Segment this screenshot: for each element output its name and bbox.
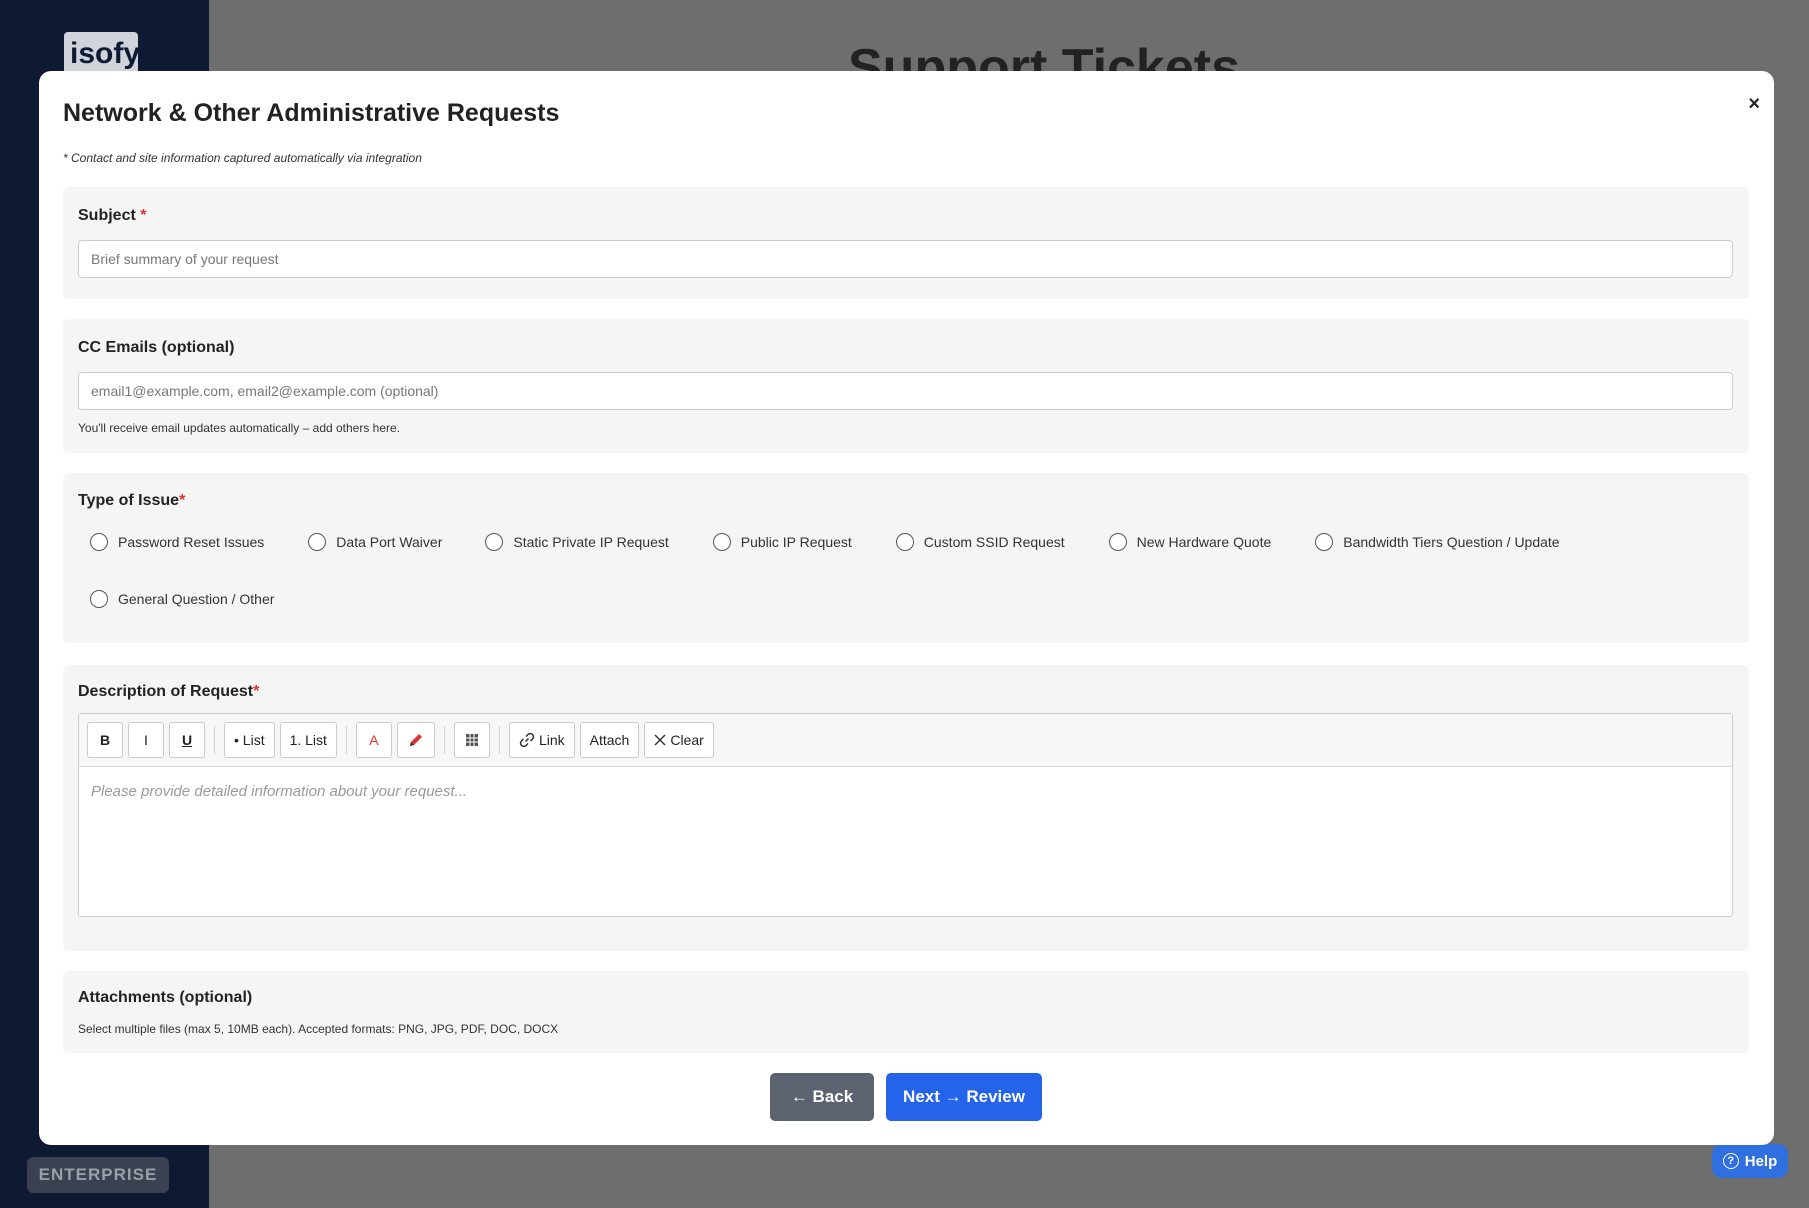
- cc-emails-label: CC Emails (optional): [78, 339, 235, 356]
- required-mark: *: [140, 207, 147, 224]
- radio-new-hardware-quote[interactable]: New Hardware Quote: [1108, 533, 1272, 551]
- attach-button[interactable]: Attach: [579, 722, 640, 758]
- radio-circle[interactable]: [308, 533, 327, 551]
- radio-label: New Hardware Quote: [1136, 534, 1272, 550]
- clear-x-icon: [654, 734, 666, 746]
- radio-public-ip[interactable]: Public IP Request: [712, 533, 852, 551]
- subject-label: Subject *: [78, 207, 146, 225]
- radio-circle[interactable]: [485, 533, 504, 551]
- link-label: Link: [538, 732, 565, 748]
- table-button[interactable]: [453, 722, 490, 758]
- highlight-button[interactable]: [396, 722, 435, 758]
- radio-custom-ssid[interactable]: Custom SSID Request: [895, 533, 1065, 551]
- toolbar-divider: [214, 726, 215, 754]
- cc-emails-section: CC Emails (optional) You'll receive emai…: [63, 319, 1749, 453]
- required-mark: *: [179, 492, 186, 509]
- subject-label-text: Subject: [78, 207, 136, 224]
- cc-emails-input[interactable]: [78, 372, 1733, 410]
- radio-general-question[interactable]: General Question / Other: [90, 590, 274, 608]
- help-icon: ?: [1722, 1153, 1739, 1169]
- modal-title: Network & Other Administrative Requests: [63, 99, 560, 127]
- back-button[interactable]: ← Back: [770, 1073, 874, 1121]
- clear-button[interactable]: Clear: [644, 722, 714, 758]
- radio-label: Data Port Waiver: [336, 534, 443, 550]
- link-button[interactable]: Link: [508, 722, 575, 758]
- text-color-button[interactable]: A: [355, 722, 392, 758]
- radio-circle[interactable]: [1108, 533, 1127, 551]
- pencil-icon: [409, 734, 422, 746]
- radio-circle[interactable]: [895, 533, 914, 551]
- link-icon: [519, 732, 535, 748]
- issue-type-section: Type of Issue* Password Reset Issues Dat…: [63, 473, 1749, 643]
- description-label-text: Description of Request: [78, 683, 254, 700]
- subject-section: Subject *: [63, 187, 1749, 299]
- isofy-logo[interactable]: isofy: [64, 32, 140, 76]
- bold-button[interactable]: B: [87, 722, 123, 758]
- attachments-hint: Select multiple files (max 5, 10MB each)…: [78, 1022, 559, 1036]
- bullet-list-button[interactable]: • List: [224, 722, 275, 758]
- numbered-list-button[interactable]: 1. List: [279, 722, 337, 758]
- clear-label: Clear: [670, 732, 704, 748]
- help-label: Help: [1744, 1152, 1778, 1170]
- rich-text-editor: B I U • List 1. List A Link Attach Clear…: [78, 713, 1733, 917]
- radio-password-reset[interactable]: Password Reset Issues: [90, 533, 264, 551]
- radio-label: Bandwidth Tiers Question / Update: [1343, 534, 1560, 550]
- toolbar-divider: [443, 726, 445, 754]
- radio-label: Static Private IP Request: [513, 534, 669, 550]
- issue-type-label: Type of Issue*: [78, 492, 185, 510]
- issue-type-options-row-1: Password Reset Issues Data Port Waiver S…: [90, 533, 1560, 551]
- radio-bandwidth-tiers[interactable]: Bandwidth Tiers Question / Update: [1315, 533, 1560, 551]
- italic-button[interactable]: I: [128, 722, 164, 758]
- cc-emails-hint: You'll receive email updates automatical…: [78, 421, 401, 435]
- radio-data-port-waiver[interactable]: Data Port Waiver: [308, 533, 442, 551]
- radio-static-private-ip[interactable]: Static Private IP Request: [485, 533, 669, 551]
- issue-type-label-text: Type of Issue: [78, 492, 180, 509]
- radio-circle[interactable]: [90, 590, 108, 608]
- attachments-section: Attachments (optional) Select multiple f…: [63, 971, 1749, 1053]
- description-textarea[interactable]: Please provide detailed information abou…: [79, 767, 1732, 916]
- radio-circle[interactable]: [90, 533, 108, 551]
- underline-button[interactable]: U: [169, 722, 205, 758]
- required-mark: *: [253, 683, 260, 700]
- toolbar-divider: [498, 726, 500, 754]
- radio-label: Custom SSID Request: [923, 534, 1065, 550]
- description-section: Description of Request* B I U • List 1. …: [63, 665, 1749, 951]
- enterprise-badge: ENTERPRISE: [27, 1157, 169, 1193]
- request-modal: Network & Other Administrative Requests …: [39, 71, 1774, 1145]
- issue-type-options-row-2: General Question / Other: [90, 590, 274, 608]
- integration-note: * Contact and site information captured …: [63, 151, 422, 165]
- toolbar-divider: [345, 726, 347, 754]
- radio-label: Public IP Request: [740, 534, 852, 550]
- description-label: Description of Request*: [78, 683, 259, 701]
- editor-toolbar: B I U • List 1. List A Link Attach Clear: [79, 714, 1732, 767]
- radio-circle[interactable]: [712, 533, 731, 551]
- close-icon[interactable]: ×: [1748, 93, 1760, 116]
- table-icon: [465, 734, 478, 746]
- help-button[interactable]: ? Help: [1712, 1144, 1788, 1178]
- attachments-label: Attachments (optional): [78, 989, 253, 1006]
- radio-label: General Question / Other: [118, 591, 275, 607]
- radio-circle[interactable]: [1315, 533, 1334, 551]
- radio-label: Password Reset Issues: [118, 534, 265, 550]
- subject-input[interactable]: [78, 240, 1733, 278]
- next-review-button[interactable]: Next → Review: [886, 1073, 1042, 1121]
